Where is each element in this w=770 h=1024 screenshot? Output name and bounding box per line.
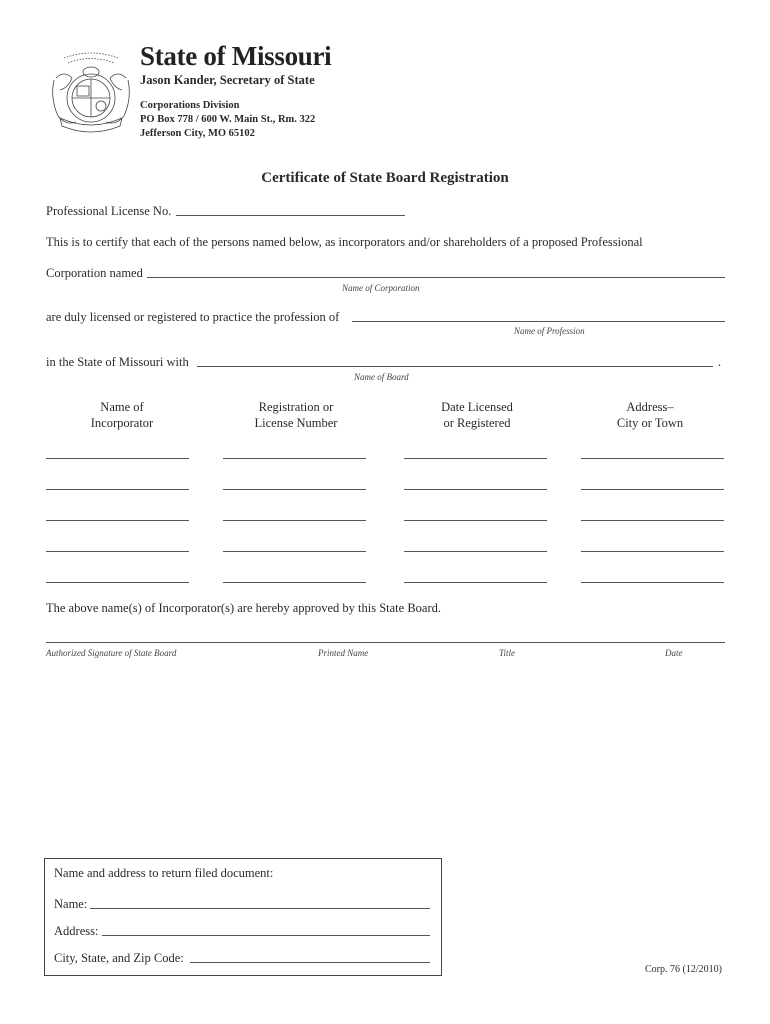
column-header-address: Address– City or Town <box>570 399 730 431</box>
certify-text: This is to certify that each of the pers… <box>46 235 643 249</box>
incorporator-row-4-field-4[interactable] <box>581 551 724 552</box>
board-name-field[interactable] <box>197 366 713 367</box>
column-header-incorporator: Name of Incorporator <box>42 399 202 431</box>
form-id: Corp. 76 (12/2010) <box>645 964 722 975</box>
return-city-field[interactable] <box>190 962 430 963</box>
approval-signature-line[interactable] <box>46 642 725 643</box>
incorporator-row-1-field-4[interactable] <box>581 458 724 459</box>
column-header-line: Registration or <box>258 400 334 414</box>
return-address-field[interactable] <box>102 935 430 936</box>
address-line-2: Jefferson City, MO 65102 <box>140 128 255 139</box>
incorporator-row-2-field-1[interactable] <box>46 489 189 490</box>
board-caption: Name of Board <box>354 372 409 382</box>
column-header-line: Name of <box>100 400 144 414</box>
profession-label: are duly licensed or registered to pract… <box>46 310 340 324</box>
column-header-line: City or Town <box>616 416 684 430</box>
incorporator-row-4-field-1[interactable] <box>46 551 189 552</box>
division-name: Corporations Division <box>140 100 240 111</box>
document-title: Certificate of State Board Registration <box>261 170 509 186</box>
incorporator-row-3-field-2[interactable] <box>223 520 366 521</box>
column-header-license-number: Registration or License Number <box>216 399 376 431</box>
incorporator-row-1-field-2[interactable] <box>223 458 366 459</box>
corporation-label: Corporation named <box>46 266 143 280</box>
date-caption: Date <box>665 648 683 658</box>
division-address: Corporations Division PO Box 778 / 600 W… <box>140 99 315 141</box>
column-header-line: or Registered <box>443 416 511 430</box>
column-header-line: License Number <box>254 416 338 430</box>
incorporator-row-4-field-2[interactable] <box>223 551 366 552</box>
incorporator-row-5-field-4[interactable] <box>581 582 724 583</box>
incorporator-row-5-field-3[interactable] <box>404 582 547 583</box>
license-no-field[interactable] <box>176 215 405 216</box>
corporation-caption: Name of Corporation <box>342 283 420 293</box>
incorporator-row-1-field-3[interactable] <box>404 458 547 459</box>
profession-caption: Name of Profession <box>514 326 585 336</box>
missouri-seal-icon <box>46 50 136 135</box>
return-city-label: City, State, and Zip Code: <box>54 951 184 965</box>
address-line-1: PO Box 778 / 600 W. Main St., Rm. 322 <box>140 114 316 125</box>
incorporator-row-3-field-1[interactable] <box>46 520 189 521</box>
column-header-line: Date Licensed <box>441 400 513 414</box>
column-header-line: Address– <box>626 400 674 414</box>
corporation-name-field[interactable] <box>147 277 725 278</box>
incorporator-row-3-field-3[interactable] <box>404 520 547 521</box>
incorporator-row-2-field-4[interactable] <box>581 489 724 490</box>
printed-name-caption: Printed Name <box>318 648 369 658</box>
incorporator-row-2-field-3[interactable] <box>404 489 547 490</box>
title-caption: Title <box>499 648 516 658</box>
return-name-label: Name: <box>54 897 88 911</box>
incorporator-row-3-field-4[interactable] <box>581 520 724 521</box>
license-no-label: Professional License No. <box>46 204 172 218</box>
profession-field[interactable] <box>352 321 725 322</box>
signature-caption: Authorized Signature of State Board <box>46 648 177 658</box>
column-header-line: Incorporator <box>90 416 154 430</box>
board-label: in the State of Missouri with <box>46 355 189 369</box>
board-period: . <box>718 355 722 369</box>
incorporator-row-4-field-3[interactable] <box>404 551 547 552</box>
return-name-field[interactable] <box>90 908 430 909</box>
return-address-label: Address: <box>54 924 99 938</box>
incorporator-row-5-field-2[interactable] <box>223 582 366 583</box>
approval-statement: The above name(s) of Incorporator(s) are… <box>46 601 441 615</box>
return-box-heading: Name and address to return filed documen… <box>54 866 274 880</box>
incorporator-row-2-field-2[interactable] <box>223 489 366 490</box>
secretary-name: Jason Kander, Secretary of State <box>140 73 315 87</box>
state-title: State of Missouri <box>140 41 332 71</box>
column-header-date-licensed: Date Licensed or Registered <box>397 399 557 431</box>
incorporator-row-5-field-1[interactable] <box>46 582 189 583</box>
incorporator-row-1-field-1[interactable] <box>46 458 189 459</box>
